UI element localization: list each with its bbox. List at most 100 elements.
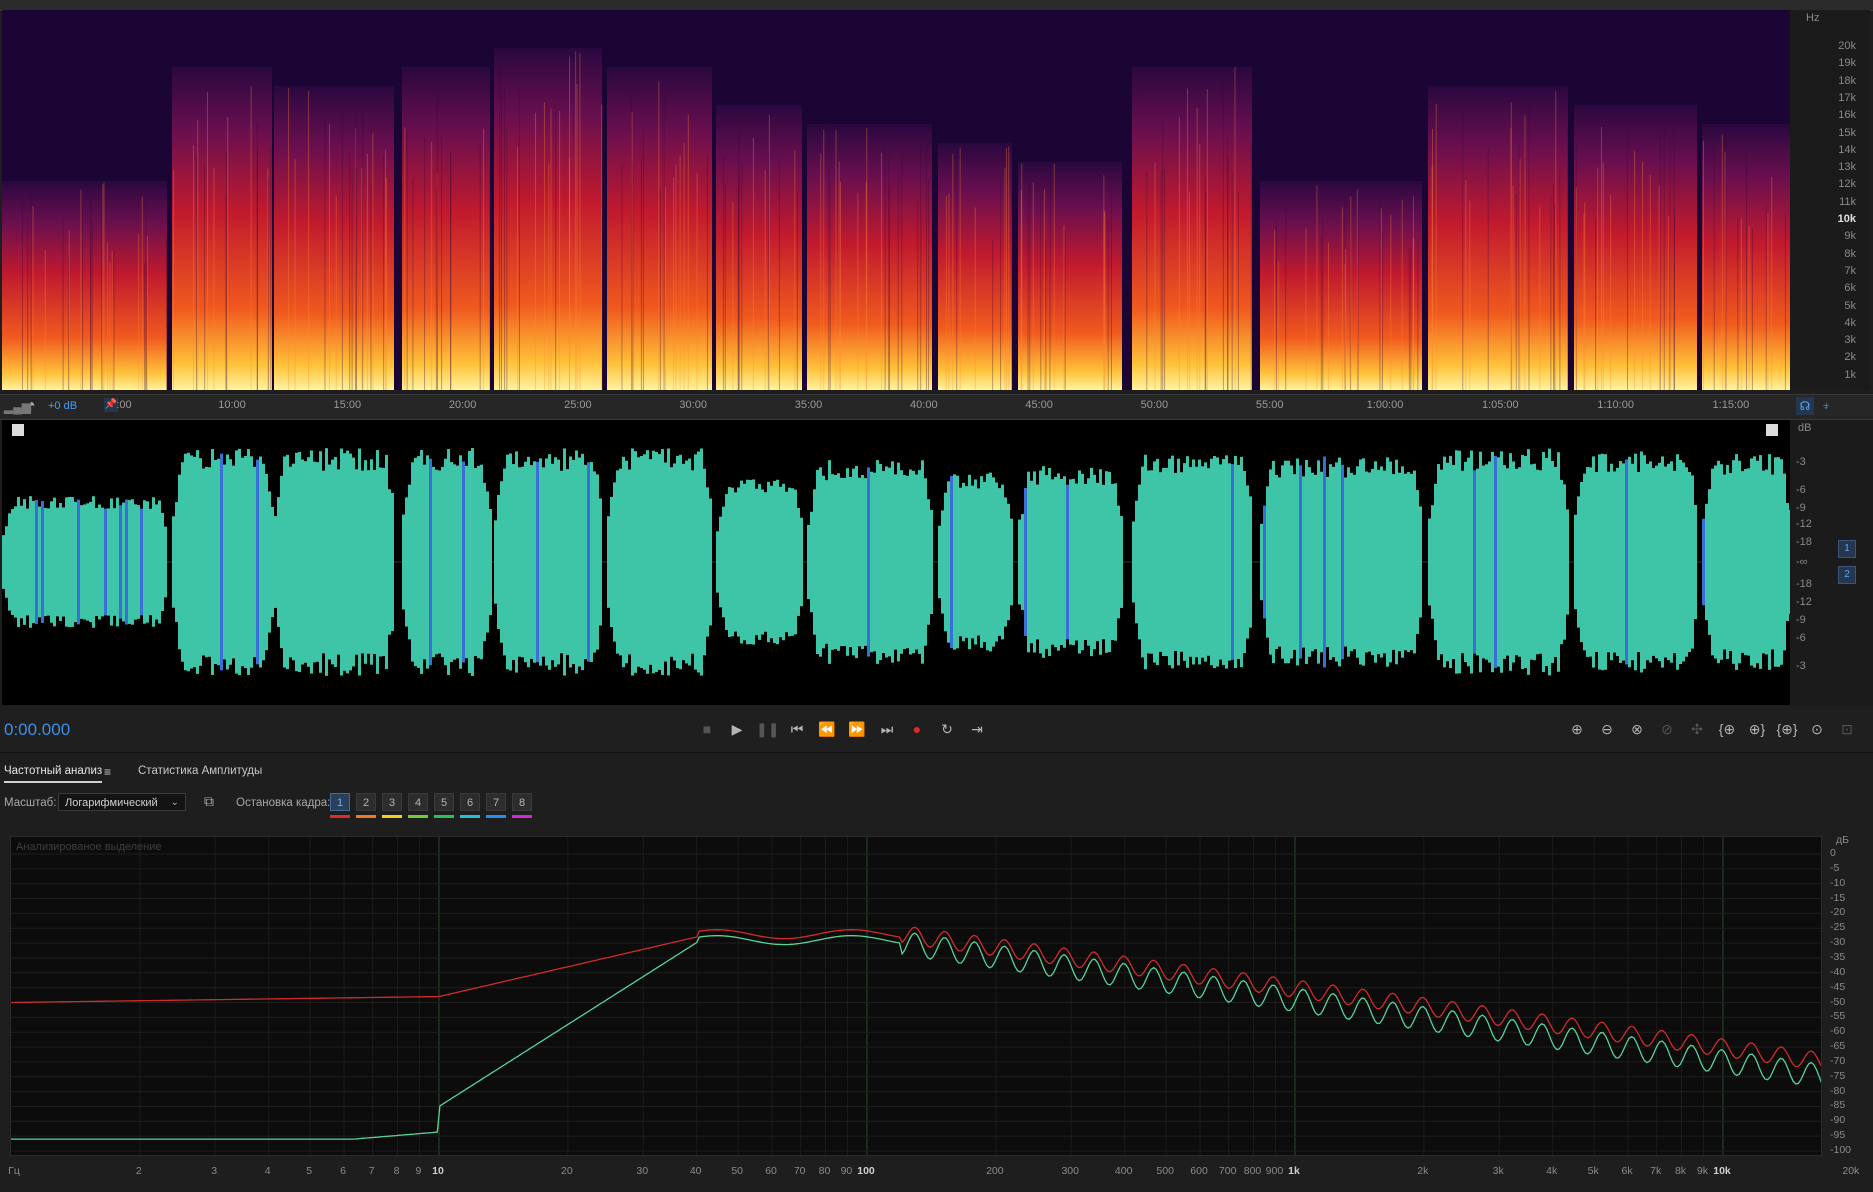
waveform-bar: [301, 459, 304, 664]
channel-2-toggle[interactable]: 2: [1838, 566, 1856, 584]
play-icon[interactable]: ▶: [726, 718, 748, 740]
freeze-frame-button-7[interactable]: 7: [486, 793, 506, 811]
waveform-bar: [1750, 458, 1753, 665]
scale-select[interactable]: Логарифмический ⌄: [58, 793, 186, 811]
waveform-bar: [1171, 456, 1174, 669]
expand-toggle-icon[interactable]: [1766, 424, 1778, 436]
waveform-bar: [509, 453, 512, 670]
freeze-frame-color-bar: [434, 815, 454, 818]
waveform-bar: [423, 465, 426, 660]
zoom-in-left-icon[interactable]: {⊕: [1716, 718, 1738, 740]
goto-start-icon[interactable]: ⏮: [786, 718, 808, 740]
waveform-bar: [110, 498, 113, 625]
waveform-bar: [903, 475, 906, 649]
spectrogram-streak: [889, 186, 890, 390]
waveform-bar: [1225, 455, 1228, 668]
spectral-display[interactable]: [2, 10, 1790, 390]
zoom-in-amplitude-icon[interactable]: ⊕: [1566, 718, 1588, 740]
freeze-frame-button-5[interactable]: 5: [434, 793, 454, 811]
frequency-graph[interactable]: [10, 836, 1822, 1156]
time-display[interactable]: 0:00.000: [4, 720, 70, 740]
waveform-bar: [870, 472, 873, 652]
spectrogram-streak: [1642, 162, 1643, 390]
waveform-bar: [1688, 472, 1691, 652]
zoom-in-selection-icon[interactable]: ⊘: [1656, 718, 1678, 740]
spectrogram-streak: [975, 207, 976, 390]
spectrogram-streak: [1601, 127, 1602, 390]
marker-pin-icon[interactable]: ⍖: [1822, 397, 1830, 414]
waveform-bar: [819, 467, 822, 656]
freeze-frame-button-3[interactable]: 3: [382, 793, 402, 811]
tab-amplitude-statistics[interactable]: Статистика Амплитуды: [138, 765, 262, 777]
goto-end-icon[interactable]: ⏭: [876, 718, 898, 740]
spectrogram-streak: [1382, 233, 1383, 390]
frequency-graph-plot: [11, 837, 1821, 1155]
waveform-bar: [1162, 468, 1165, 656]
zoom-out-amplitude-icon[interactable]: ⊖: [1596, 718, 1618, 740]
waveform-bar: [1246, 485, 1249, 638]
freeze-frame-button-6[interactable]: 6: [460, 793, 480, 811]
waveform-bar: [343, 453, 346, 671]
spectrogram-streak: [1576, 187, 1577, 390]
waveform-bar: [155, 504, 158, 619]
collapse-toggle-icon[interactable]: [12, 424, 24, 436]
spectrogram-freq-label: 19k: [1838, 57, 1856, 69]
freeze-frame-button-2[interactable]: 2: [356, 793, 376, 811]
waveform-bar: [1536, 470, 1539, 655]
volume-knob-icon[interactable]: ◔: [26, 397, 36, 415]
tab-frequency-analysis[interactable]: Частотный анализ: [4, 765, 102, 783]
channel-1-toggle[interactable]: 1: [1838, 540, 1856, 558]
stop-icon[interactable]: ■: [696, 718, 718, 740]
waveform-bar: [1461, 471, 1464, 653]
spectrogram-streak: [226, 150, 227, 390]
waveform-bar: [1533, 464, 1536, 660]
zoom-fit-icon[interactable]: ✣: [1686, 718, 1708, 740]
zoom-time-icon[interactable]: ⊙: [1806, 718, 1828, 740]
freeze-frame-button-8[interactable]: 8: [512, 793, 532, 811]
copy-icon[interactable]: ⧉: [204, 793, 214, 810]
zoom-reset-icon[interactable]: ⊗: [1626, 718, 1648, 740]
pause-icon[interactable]: ❚❚: [756, 718, 778, 740]
waveform-bar: [512, 464, 515, 660]
waveform-bar: [1335, 462, 1338, 661]
freeze-frame-button-1[interactable]: 1: [330, 793, 350, 811]
waveform-bar: [355, 469, 358, 654]
waveform-bar: [1777, 457, 1780, 667]
waveform-bar: [725, 494, 728, 630]
gain-label[interactable]: +0 dB: [48, 400, 77, 412]
waveform-bar: [280, 476, 283, 648]
waveform-bar: [190, 455, 193, 668]
spectrogram-segment: [1132, 67, 1252, 390]
waveform-bar: [223, 465, 226, 660]
spectrogram-streak: [45, 250, 46, 390]
fast-forward-icon[interactable]: ⏩: [846, 718, 868, 740]
spectrogram-streak: [901, 154, 902, 390]
headphones-icon[interactable]: ☊: [1796, 397, 1814, 415]
record-icon[interactable]: ●: [906, 718, 928, 740]
waveform-bar: [581, 454, 584, 670]
rewind-icon[interactable]: ⏪: [816, 718, 838, 740]
panel-menu-icon[interactable]: ≡: [104, 765, 111, 779]
spectrogram-streak: [1650, 175, 1651, 390]
zoom-extra-icon[interactable]: ⊡: [1836, 718, 1858, 740]
db-tick-label: -95: [1830, 1129, 1845, 1141]
spectrogram-streak: [960, 148, 961, 390]
spectrogram-streak: [707, 154, 708, 390]
time-ruler[interactable]: ▂▄▆ ◔ +0 dB 📌 :00 10:00 15:00 20:00 25:00 30…: [0, 394, 1873, 420]
freeze-frame-button-4[interactable]: 4: [408, 793, 428, 811]
waveform-bar: [489, 509, 492, 615]
waveform-db-label: -12: [1796, 518, 1812, 530]
waveform-bar: [1030, 481, 1033, 643]
waveform-bar: [536, 462, 539, 662]
waveform-bar: [1266, 486, 1269, 637]
waveform-bar: [566, 469, 569, 655]
waveform-bar: [95, 508, 98, 616]
spectrogram-streak: [431, 142, 432, 390]
zoom-in-right-icon[interactable]: ⊕}: [1746, 718, 1768, 740]
waveform-bar: [643, 454, 646, 669]
waveform-display[interactable]: [2, 420, 1790, 705]
loop-icon[interactable]: ↻: [936, 718, 958, 740]
zoom-full-icon[interactable]: {⊕}: [1776, 718, 1798, 740]
skip-icon[interactable]: ⇥: [966, 718, 988, 740]
hz-tick-label: 90: [841, 1165, 853, 1177]
